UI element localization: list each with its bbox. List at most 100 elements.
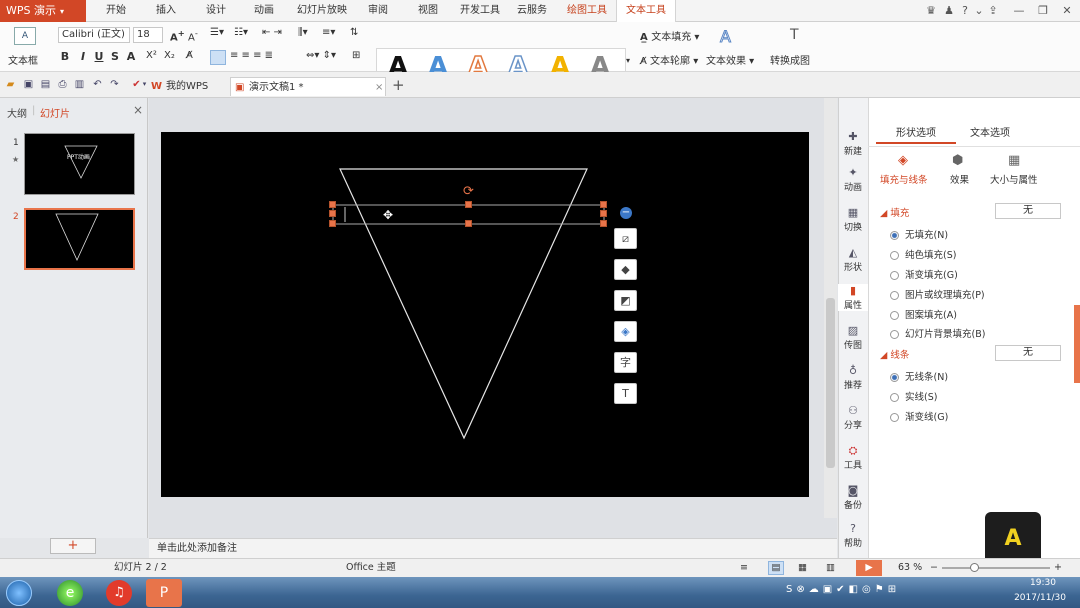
tab-text-tools[interactable]: 文本工具 (616, 0, 676, 22)
sidebar-item-recommend[interactable]: ♁ 推荐 (838, 364, 868, 391)
outline-tab[interactable]: 大纲 (7, 105, 27, 120)
tab-mywps[interactable]: W 我的WPS (148, 77, 228, 96)
text-char-icon[interactable]: 字 (614, 352, 637, 373)
font-name-select[interactable]: Calibri (正文) (58, 27, 130, 43)
sidebar-item-new[interactable]: ✚ 新建 (838, 130, 868, 157)
tab-cloud[interactable]: 云服务 (510, 0, 554, 22)
layers-icon[interactable]: ◈ (614, 321, 637, 342)
fill-value-box[interactable]: 无 (995, 203, 1061, 219)
reading-view-icon[interactable]: ▥ (826, 559, 835, 577)
tab-animation[interactable]: 动画 (244, 0, 284, 22)
notes-area[interactable]: 单击此处添加备注 (149, 538, 837, 558)
text-effect-button[interactable]: 文本效果 ▾ (706, 52, 754, 67)
paragraph-settings-icon[interactable]: ⊞ (352, 50, 360, 61)
sidebar-item-tools[interactable]: ⛭ 工具 (838, 444, 868, 471)
start-button[interactable] (6, 580, 32, 606)
close-icon[interactable]: × (375, 78, 383, 97)
superscript-icon[interactable]: X² (146, 50, 157, 61)
indent-icon[interactable]: ⇤ ⇥ (262, 27, 282, 38)
restore-icon[interactable]: ❐ (1036, 4, 1050, 18)
gallery-more-icon[interactable]: ▾ (626, 56, 630, 65)
tab-slideshow[interactable]: 幻灯片放映 (292, 0, 352, 22)
notes-toggle-icon[interactable]: ≡ (740, 559, 748, 577)
radio-no-line[interactable]: 无线条(N) (890, 369, 948, 383)
wps-presentation-taskbar-icon[interactable]: P (146, 579, 182, 607)
text-direction-icon[interactable]: ⇅ (350, 27, 358, 38)
radio-gradient-fill[interactable]: 渐变填充(G) (890, 267, 958, 281)
tab-drawing-tools[interactable]: 绘图工具 (560, 0, 614, 22)
sidebar-item-transition[interactable]: ▦ 切换 (838, 206, 868, 233)
tab-shape-options[interactable]: 形状选项 (876, 126, 956, 144)
chevron-down-icon[interactable]: ⌄ (972, 4, 986, 18)
grow-font-icon[interactable]: A+ (170, 28, 185, 43)
tab-view[interactable]: 视图 (410, 0, 446, 22)
resize-handle[interactable] (465, 220, 472, 227)
sub-tab-size-properties[interactable]: 大小与属性 (990, 172, 1038, 186)
tab-insert[interactable]: 插入 (146, 0, 186, 22)
resize-handle[interactable] (329, 210, 336, 217)
wps-logo-menu[interactable]: WPS 演示 ▾ (0, 0, 86, 22)
text-fill-button[interactable]: A̲ 文本填充 ▾ (640, 28, 699, 43)
resize-handle[interactable] (465, 201, 472, 208)
radio-picture-fill[interactable]: 图片或纹理填充(P) (890, 287, 985, 301)
radio-background-fill[interactable]: 幻灯片背景填充(B) (890, 326, 985, 340)
columns-icon[interactable]: ⫼▾ (298, 27, 308, 38)
bullets-icon[interactable]: ☰▾ (210, 27, 224, 38)
tab-developer[interactable]: 开发工具 (454, 0, 506, 22)
clock-time[interactable]: 19:30 (1024, 578, 1062, 588)
add-slide-button[interactable]: + (50, 538, 96, 554)
export-pdf-icon[interactable]: ▤ (39, 78, 52, 91)
fill-bucket-icon[interactable]: ◆ (614, 259, 637, 280)
align-center-icon[interactable]: ≡ ≡ ≡ ≣ (230, 50, 273, 61)
slide-canvas[interactable]: ⟳ ✥ (161, 132, 809, 497)
radio-no-fill[interactable]: 无填充(N) (890, 227, 948, 241)
upload-icon[interactable]: ⇪ (986, 4, 1000, 18)
normal-view-icon[interactable]: ▤ (768, 561, 784, 575)
outline-icon[interactable]: ◩ (614, 290, 637, 311)
minimize-icon[interactable]: — (1012, 4, 1026, 18)
vertical-scrollbar[interactable] (824, 98, 837, 518)
textbox-icon[interactable]: A (14, 27, 36, 45)
sidebar-item-backup[interactable]: ◙ 备份 (838, 484, 868, 511)
collapse-icon[interactable]: − (620, 207, 632, 219)
distribute-icon[interactable]: ⇔▾ ⇕▾ (306, 50, 336, 61)
shadow-button[interactable]: S (108, 50, 122, 63)
print-icon[interactable]: ⎙ (56, 78, 69, 91)
zoom-level[interactable]: 63 % (898, 559, 922, 577)
play-slideshow-button[interactable]: ▶ (856, 560, 882, 576)
font-size-select[interactable]: 18 (133, 27, 163, 43)
triangle-shape[interactable] (161, 132, 809, 497)
convert-to-image-icon[interactable]: T (790, 27, 799, 43)
sidebar-item-upload-image[interactable]: ▨ 传图 (838, 324, 868, 351)
slides-tab[interactable]: 幻灯片 (40, 105, 70, 120)
tab-home[interactable]: 开始 (96, 0, 136, 22)
slide-thumbnail-1[interactable]: PPT动画 (24, 133, 135, 195)
zoom-slider[interactable] (942, 567, 1050, 569)
text-outline-button[interactable]: A̸ 文本轮廓 ▾ (640, 52, 698, 67)
zoom-in-icon[interactable]: + (1054, 559, 1062, 577)
align-left-icon[interactable] (210, 50, 226, 65)
subscript-icon[interactable]: X₂ (164, 50, 175, 61)
scrollbar-thumb[interactable] (826, 298, 835, 468)
sidebar-item-shape[interactable]: ◭ 形状 (838, 246, 868, 273)
radio-pattern-fill[interactable]: 图案填充(A) (890, 307, 957, 321)
slide-thumbnail-2[interactable] (24, 208, 135, 270)
numbering-icon[interactable]: ☷▾ (234, 27, 248, 38)
sidebar-item-share[interactable]: ⚇ 分享 (838, 404, 868, 431)
shrink-font-icon[interactable]: A- (188, 28, 198, 43)
open-folder-icon[interactable]: ▰ (4, 78, 17, 91)
print-preview-icon[interactable]: ▥ (73, 78, 86, 91)
text-box-icon[interactable]: T (614, 383, 637, 404)
zoom-slider-thumb[interactable] (970, 563, 979, 572)
redo-icon[interactable]: ↷ (108, 78, 121, 91)
line-value-box[interactable]: 无 (995, 345, 1061, 361)
netease-music-icon[interactable]: ♫ (106, 580, 132, 606)
undo-icon[interactable]: ↶ (91, 78, 104, 91)
line-section-header[interactable]: ◢ 线条 (880, 347, 909, 361)
panel-collapse-handle[interactable] (1074, 305, 1080, 383)
italic-button[interactable]: I (76, 50, 90, 63)
sub-tab-effect[interactable]: 效果 (950, 172, 969, 186)
browser-icon[interactable]: e (57, 580, 83, 606)
sidebar-item-help[interactable]: ? 帮助 (838, 522, 868, 549)
clear-format-icon[interactable]: A̸ (186, 50, 193, 61)
